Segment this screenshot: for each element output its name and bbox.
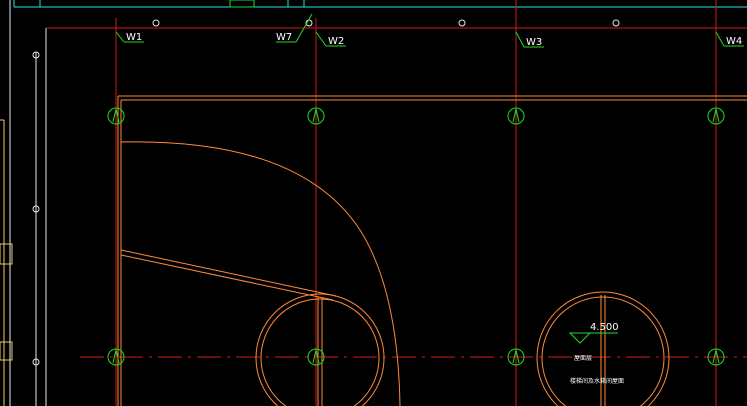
- wall-label-text: W3: [526, 37, 542, 48]
- room-note-line1: 屋面层: [574, 355, 592, 362]
- wall-label-text: W2: [328, 36, 344, 47]
- elevation-text: 4.500: [590, 322, 619, 333]
- room-note: 屋面层 楼梯间及水箱间屋面: [570, 355, 624, 385]
- wall-label-text: W7: [276, 32, 292, 43]
- grid-axes-vertical: [115, 0, 717, 406]
- building-outline: [117, 95, 747, 406]
- circular-stair-right: [536, 291, 670, 406]
- wall-label-w2[interactable]: W2: [315, 31, 346, 47]
- wall-label-text: W1: [126, 32, 142, 43]
- wall-label-w4[interactable]: W4: [715, 31, 744, 47]
- axis-markers-top[interactable]: [107, 107, 725, 125]
- cad-drawing-canvas[interactable]: W1 W7 W2 W3 W4 4.500 屋面层 楼梯间及水箱间屋面: [0, 0, 747, 406]
- wall-label-w1[interactable]: W1: [115, 31, 144, 43]
- curved-wall: [120, 141, 401, 406]
- elevation-marker[interactable]: 4.500: [568, 322, 619, 344]
- grid-axes-horizontal: [46, 27, 747, 358]
- ramp-line: [120, 249, 337, 301]
- top-cyan-band: [13, 0, 747, 8]
- room-note-line2: 楼梯间及水箱间屋面: [570, 377, 624, 385]
- wall-label-w3[interactable]: W3: [515, 31, 544, 48]
- wall-label-text: W4: [726, 36, 742, 47]
